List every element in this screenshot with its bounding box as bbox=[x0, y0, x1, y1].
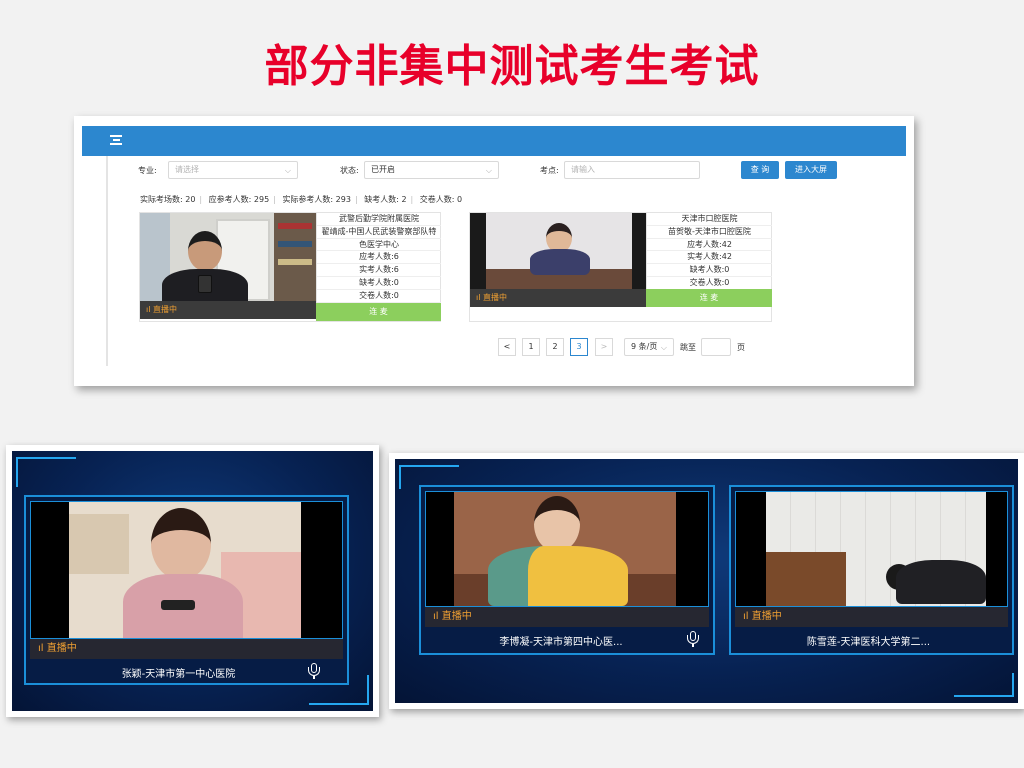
stat-actual: 实际参考人数: 293 bbox=[282, 195, 351, 204]
live-label: 直播中 bbox=[441, 611, 472, 622]
candidate-name: 李博凝-天津市第四中心医... bbox=[499, 637, 623, 648]
bigscreen-shot-2: ıl 直播中 李博凝-天津市第四中心医... ıl 直播中 陈雪莲-天津医科大学… bbox=[389, 453, 1024, 709]
live-tile: ıl 直播中 张颖-天津市第一中心医院 bbox=[24, 495, 349, 685]
live-signal-icon: ıl bbox=[146, 305, 153, 314]
slide-title: 部分非集中测试考生考试 bbox=[264, 41, 760, 92]
microphone-icon[interactable] bbox=[687, 631, 699, 647]
status-select-value: 已开启 bbox=[371, 165, 395, 174]
connect-mic-button[interactable]: 连 麦 bbox=[646, 289, 772, 307]
major-label: 专业: bbox=[138, 166, 157, 175]
live-video[interactable] bbox=[735, 491, 1008, 607]
live-status-bar: ıl 直播中 bbox=[470, 289, 646, 307]
site-input[interactable]: 请输入 bbox=[564, 161, 700, 179]
status-select[interactable]: 已开启 ⌵ bbox=[364, 161, 499, 179]
live-status-bar: ıl 直播中 bbox=[30, 639, 343, 659]
live-label: 直播中 bbox=[751, 611, 782, 622]
live-signal-icon: ıl bbox=[476, 293, 483, 302]
chevron-down-icon: ⌵ bbox=[284, 166, 291, 175]
info-line: 苗贺敬-天津市口腔医院 bbox=[647, 226, 772, 239]
stat-submitted: 交卷人数: 0 bbox=[419, 195, 463, 204]
status-label: 状态: bbox=[340, 166, 359, 175]
info-line: 实考人数:6 bbox=[317, 264, 441, 277]
page-button-3[interactable]: 3 bbox=[570, 338, 588, 356]
info-line: 缺考人数:0 bbox=[647, 264, 772, 277]
info-line: 应考人数:6 bbox=[317, 251, 441, 265]
info-line: 翟靖成-中国人民武装警察部队特 bbox=[317, 226, 441, 239]
page-size-select[interactable]: 9 条/页 ⌵ bbox=[624, 338, 674, 356]
query-button[interactable]: 查 询 bbox=[741, 161, 779, 179]
room-info: 武警后勤学院附属医院 翟靖成-中国人民武装警察部队特 色医学中心 应考人数:6 … bbox=[316, 213, 441, 303]
info-line: 实考人数:42 bbox=[647, 251, 772, 265]
site-label: 考点: bbox=[540, 166, 559, 175]
page-suffix: 页 bbox=[737, 343, 745, 352]
next-page-button[interactable]: > bbox=[595, 338, 613, 356]
info-line: 交卷人数:0 bbox=[647, 277, 772, 290]
stat-absent: 缺考人数: 2 bbox=[364, 195, 407, 204]
live-tile: ıl 直播中 陈雪莲-天津医科大学第二... bbox=[729, 485, 1014, 655]
live-video[interactable] bbox=[425, 491, 709, 607]
exam-room-card: ıl 直播中 武警后勤学院附属医院 翟靖成-中国人民武装警察部队特 色医学中心 … bbox=[139, 212, 441, 322]
exam-room-card: ıl 直播中 天津市口腔医院 苗贺敬-天津市口腔医院 应考人数:42 实考人数:… bbox=[469, 212, 772, 322]
live-video[interactable] bbox=[470, 213, 646, 289]
live-video[interactable] bbox=[30, 501, 343, 639]
live-signal-icon: ıl bbox=[433, 611, 442, 622]
live-signal-icon: ıl bbox=[38, 643, 47, 654]
chevron-down-icon: ⌵ bbox=[660, 343, 667, 352]
chevron-down-icon: ⌵ bbox=[485, 166, 492, 175]
microphone-icon[interactable] bbox=[308, 663, 320, 679]
info-line: 应考人数:42 bbox=[647, 239, 772, 252]
prev-page-button[interactable]: < bbox=[498, 338, 516, 356]
info-line: 天津市口腔医院 bbox=[647, 213, 772, 226]
live-video[interactable] bbox=[140, 213, 316, 301]
candidate-name: 张颖-天津市第一中心医院 bbox=[121, 669, 236, 680]
live-status-bar: ıl 直播中 bbox=[140, 301, 316, 319]
goto-label: 跳至 bbox=[680, 343, 696, 352]
bigscreen-shot-1: ıl 直播中 张颖-天津市第一中心医院 bbox=[6, 445, 379, 717]
stat-expected: 应参考人数: 295 bbox=[208, 195, 270, 204]
connect-mic-button[interactable]: 连 麦 bbox=[316, 303, 441, 321]
stat-rooms: 实际考场数: 20 bbox=[140, 195, 196, 204]
live-status-bar: ıl 直播中 bbox=[425, 607, 709, 627]
sidebar-divider bbox=[106, 156, 108, 366]
info-line: 色医学中心 bbox=[317, 239, 441, 252]
top-header-bar bbox=[82, 126, 906, 156]
live-signal-icon: ıl bbox=[743, 611, 752, 622]
page-button-2[interactable]: 2 bbox=[546, 338, 564, 356]
exam-monitor-panel: 专业: 请选择 ⌵ 状态: 已开启 ⌵ 考点: 请输入 查 询 进入大屏 实际考… bbox=[74, 116, 914, 386]
live-label: 直播中 bbox=[153, 305, 177, 314]
live-status-bar: ıl 直播中 bbox=[735, 607, 1008, 627]
major-select-placeholder: 请选择 bbox=[175, 165, 199, 174]
major-select[interactable]: 请选择 ⌵ bbox=[168, 161, 298, 179]
room-info: 天津市口腔医院 苗贺敬-天津市口腔医院 应考人数:42 实考人数:42 缺考人数… bbox=[646, 213, 772, 290]
exam-stats-bar: 实际考场数: 20 | 应参考人数: 295 | 实际参考人数: 293 | 缺考人数… bbox=[140, 195, 463, 204]
enter-bigscreen-button[interactable]: 进入大屏 bbox=[785, 161, 837, 179]
info-line: 缺考人数:0 bbox=[317, 277, 441, 290]
live-label: 直播中 bbox=[483, 293, 507, 302]
menu-toggle-icon[interactable] bbox=[110, 135, 122, 147]
info-line: 交卷人数:0 bbox=[317, 290, 441, 303]
candidate-name: 陈雪莲-天津医科大学第二... bbox=[806, 637, 931, 648]
page-size-value: 9 条/页 bbox=[631, 342, 658, 351]
info-line: 武警后勤学院附属医院 bbox=[317, 213, 441, 226]
goto-page-input[interactable] bbox=[701, 338, 731, 356]
page-button-1[interactable]: 1 bbox=[522, 338, 540, 356]
live-label: 直播中 bbox=[46, 643, 77, 654]
live-tile: ıl 直播中 李博凝-天津市第四中心医... bbox=[419, 485, 715, 655]
site-input-placeholder: 请输入 bbox=[571, 165, 595, 174]
